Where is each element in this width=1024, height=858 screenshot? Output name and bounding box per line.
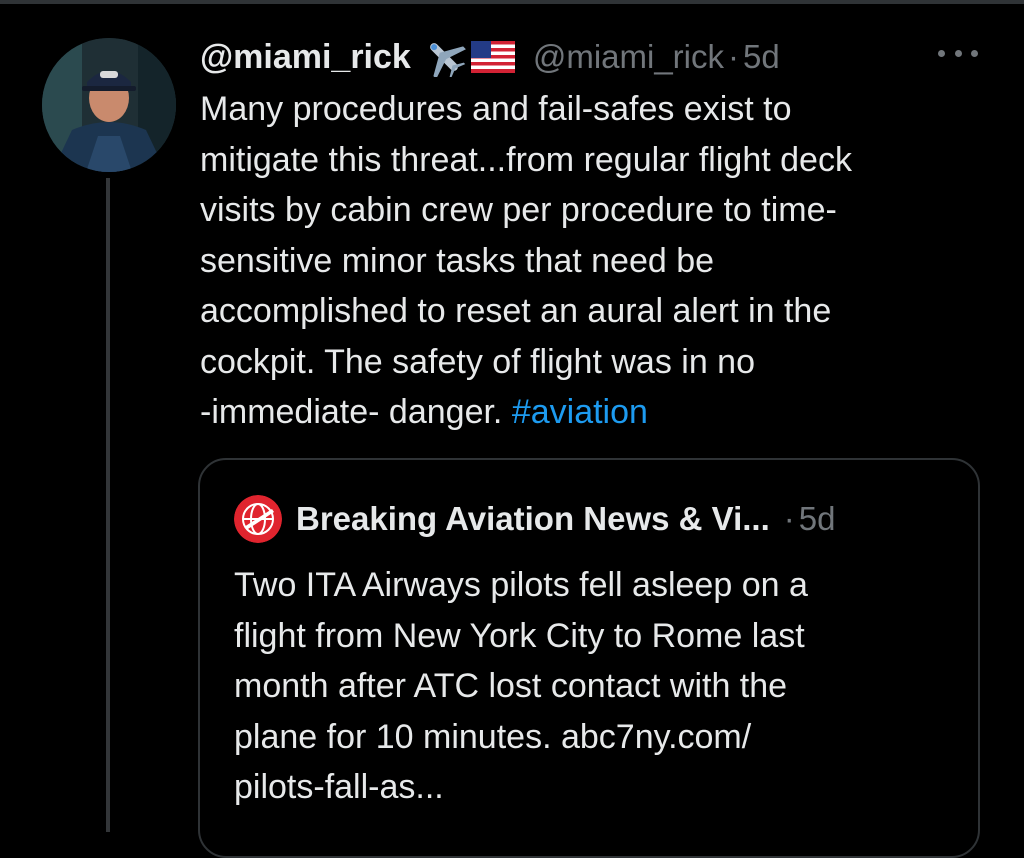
more-dot [954, 49, 962, 57]
tweet-body-line: accomplished to reset an aural alert in … [200, 292, 832, 330]
quoted-body-line: Two ITA Airways pilots fell asleep on a [234, 566, 808, 604]
quoted-tweet-body: Two ITA Airways pilots fell asleep on a … [234, 560, 954, 813]
quoted-header-separator: · [783, 500, 795, 537]
quoted-body-line: pilots-fall-as... [234, 768, 444, 806]
more-dot [971, 49, 978, 57]
quoted-tweet-header: Breaking Aviation News & Vi... · 5d [234, 494, 835, 544]
tweet-body-line: visits by cabin crew per procedure to ti… [200, 191, 837, 229]
thread-connector-line [106, 178, 110, 832]
more-options-icon[interactable] [938, 38, 978, 68]
quoted-body-line: flight from New York City to Rome last [234, 616, 805, 655]
tweet-timestamp[interactable]: 5d [743, 38, 780, 76]
top-divider [0, 0, 1024, 4]
avatar-photo [42, 38, 176, 172]
tweet-body-line: -immediate- danger. [200, 393, 503, 431]
tweet-header: @miami_rick @miami_rick · 5d [200, 32, 780, 82]
tweet-body: Many procedures and fail-safes exist to … [200, 84, 990, 438]
globe-plane-logo-icon [234, 495, 282, 543]
us-flag-icon [470, 41, 515, 73]
more-dot [938, 49, 945, 57]
tweet-body-line: Many procedures and fail-safes exist to [200, 90, 792, 128]
header-separator: · [728, 38, 739, 75]
quoted-author-name[interactable]: Breaking Aviation News & Vi... [296, 500, 770, 538]
quoted-tweet-timestamp[interactable]: 5d [799, 500, 836, 538]
quoted-author-avatar[interactable] [234, 495, 282, 543]
author-display-name[interactable]: @miami_rick [200, 38, 411, 77]
tweet-body-line: sensitive minor tasks that need be [200, 241, 715, 280]
author-handle[interactable]: @miami_rick [533, 38, 724, 76]
tweet-body-line: mitigate this threat...from regular flig… [200, 140, 852, 179]
quoted-body-line: plane for 10 minutes. abc7ny.com/ [234, 717, 752, 756]
quoted-body-line: month after ATC lost contact with the [234, 667, 788, 705]
tweet-body-last-line: -immediate- danger. #aviation [200, 387, 990, 438]
hashtag-link[interactable]: #aviation [512, 393, 648, 431]
name-emoji-group [421, 37, 515, 77]
tweet-body-line: cockpit. The safety of flight was in no [200, 342, 755, 381]
quoted-tweet-card[interactable]: Breaking Aviation News & Vi... · 5d Two … [198, 458, 980, 858]
airplane-icon [429, 43, 466, 77]
author-avatar[interactable] [42, 38, 176, 172]
